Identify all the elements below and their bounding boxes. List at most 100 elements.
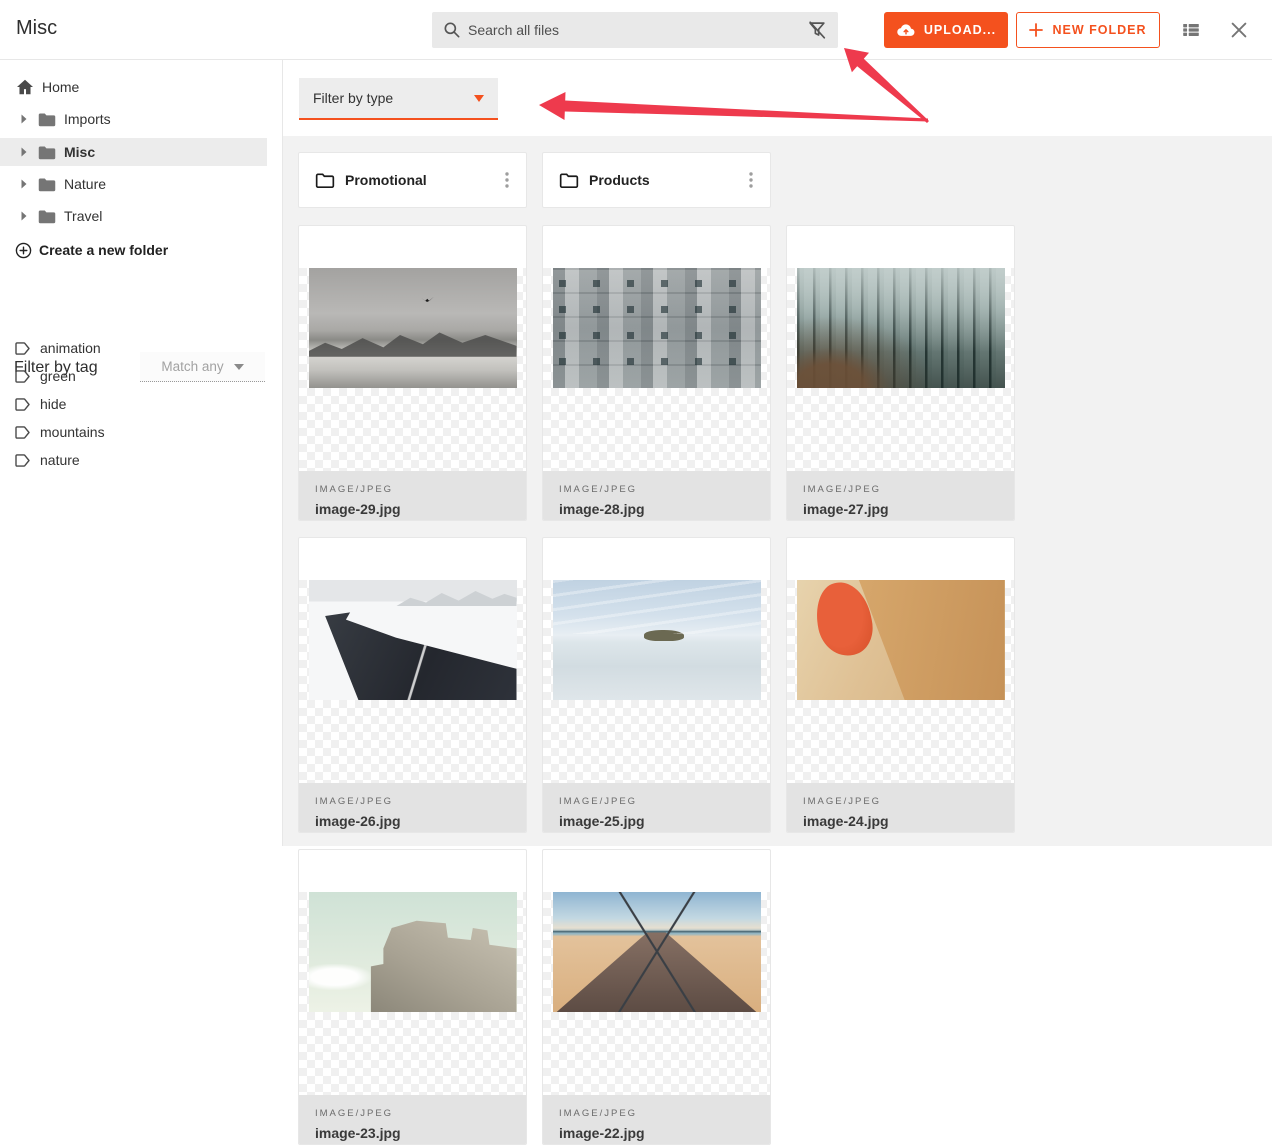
upload-button[interactable]: UPLOAD... [884, 12, 1008, 48]
sidebar-item-label: Travel [64, 208, 102, 224]
file-card-image-23[interactable]: IMAGE/JPEG image-23.jpg 6 hours ago [298, 849, 527, 1145]
folder-cards-row: Promotional Products [298, 152, 1257, 208]
file-name: image-29.jpg [315, 501, 510, 517]
file-thumbnail [309, 892, 517, 1012]
search-input[interactable] [462, 22, 806, 38]
tag-label: green [40, 368, 76, 384]
file-thumbnail [797, 268, 1005, 388]
folder-card-name: Products [589, 172, 732, 188]
file-meta: IMAGE/JPEG image-29.jpg 6 hours ago [299, 471, 526, 521]
folder-icon [38, 145, 56, 160]
file-mime-type: IMAGE/JPEG [315, 1108, 510, 1119]
file-mime-type: IMAGE/JPEG [803, 796, 998, 807]
folder-card-promotional[interactable]: Promotional [298, 152, 527, 208]
sidebar-item-misc[interactable]: Misc [0, 138, 267, 166]
match-any-select[interactable]: Match any [140, 352, 265, 382]
new-folder-button[interactable]: NEW FOLDER [1016, 12, 1160, 48]
file-thumbnail [553, 580, 761, 700]
folder-outline-icon [559, 172, 579, 189]
chevron-down-icon [474, 95, 484, 102]
sidebar-item-label: Home [42, 79, 79, 95]
file-mime-type: IMAGE/JPEG [803, 484, 998, 495]
tag-item-nature[interactable]: nature [14, 446, 80, 474]
file-name: image-23.jpg [315, 1125, 510, 1141]
sidebar-item-imports[interactable]: Imports [0, 105, 267, 133]
file-thumbnail [797, 580, 1005, 700]
tag-label: animation [40, 340, 101, 356]
tag-label: hide [40, 396, 66, 412]
file-thumbnail [553, 268, 761, 388]
folder-card-products[interactable]: Products [542, 152, 771, 208]
sidebar-item-home[interactable]: Home [16, 73, 79, 101]
file-thumbnail [309, 580, 517, 700]
file-meta: IMAGE/JPEG image-27.jpg 6 hours ago [787, 471, 1014, 521]
file-mime-type: IMAGE/JPEG [559, 484, 754, 495]
file-thumbnail [553, 892, 761, 1012]
file-meta: IMAGE/JPEG image-25.jpg 6 hours ago [543, 783, 770, 833]
filter-row: Filter by type [283, 60, 1272, 136]
filter-by-type-value: Filter by type [313, 90, 474, 106]
transparency-checkerboard [543, 268, 770, 471]
plus-icon [1029, 23, 1043, 37]
chevron-right-icon[interactable] [20, 211, 34, 221]
tag-item-mountains[interactable]: mountains [14, 418, 105, 446]
file-name: image-28.jpg [559, 501, 754, 517]
sidebar-item-nature[interactable]: Nature [0, 170, 267, 198]
transparency-checkerboard [543, 892, 770, 1095]
folder-icon [38, 177, 56, 192]
file-card-image-24[interactable]: IMAGE/JPEG image-24.jpg 6 hours ago [786, 537, 1015, 833]
sidebar-item-travel[interactable]: Travel [0, 202, 267, 230]
cloud-upload-icon [896, 22, 916, 38]
tag-label: nature [40, 452, 80, 468]
sidebar-item-label: Imports [64, 111, 111, 127]
new-folder-button-label: NEW FOLDER [1052, 23, 1146, 37]
file-card-image-22[interactable]: IMAGE/JPEG image-22.jpg 6 hours ago [542, 849, 771, 1145]
search-bar[interactable] [432, 12, 838, 48]
file-name: image-24.jpg [803, 813, 998, 829]
tag-icon [14, 454, 31, 467]
folder-card-name: Promotional [345, 172, 488, 188]
chevron-right-icon[interactable] [20, 114, 34, 124]
kebab-menu-icon[interactable] [742, 170, 760, 190]
folder-outline-icon [315, 172, 335, 189]
file-meta: IMAGE/JPEG image-26.jpg 6 hours ago [299, 783, 526, 833]
file-card-image-29[interactable]: IMAGE/JPEG image-29.jpg 6 hours ago [298, 225, 527, 521]
transparency-checkerboard [299, 892, 526, 1095]
filter-by-type-select[interactable]: Filter by type [299, 78, 498, 120]
file-mime-type: IMAGE/JPEG [315, 796, 510, 807]
tag-icon [14, 342, 31, 355]
transparency-checkerboard [299, 268, 526, 471]
upload-button-label: UPLOAD... [924, 23, 996, 37]
kebab-menu-icon[interactable] [498, 170, 516, 190]
file-mime-type: IMAGE/JPEG [559, 796, 754, 807]
file-card-image-25[interactable]: IMAGE/JPEG image-25.jpg 6 hours ago [542, 537, 771, 833]
list-view-toggle-icon[interactable] [1178, 18, 1204, 42]
file-name: image-26.jpg [315, 813, 510, 829]
transparency-checkerboard [299, 580, 526, 783]
file-name: image-22.jpg [559, 1125, 754, 1141]
clear-filters-icon[interactable] [806, 19, 828, 41]
tag-item-hide[interactable]: hide [14, 390, 66, 418]
chevron-right-icon[interactable] [20, 179, 34, 189]
close-icon[interactable] [1226, 18, 1252, 42]
file-card-image-27[interactable]: IMAGE/JPEG image-27.jpg 6 hours ago [786, 225, 1015, 521]
file-card-image-28[interactable]: IMAGE/JPEG image-28.jpg 6 hours ago [542, 225, 771, 521]
file-card-image-26[interactable]: IMAGE/JPEG image-26.jpg 6 hours ago [298, 537, 527, 833]
tag-icon [14, 426, 31, 439]
circle-plus-icon [15, 242, 32, 259]
file-grid: IMAGE/JPEG image-29.jpg 6 hours ago IMAG… [298, 225, 1257, 1145]
tag-item-animation[interactable]: animation [14, 334, 101, 362]
file-name: image-27.jpg [803, 501, 998, 517]
tag-icon [14, 398, 31, 411]
file-meta: IMAGE/JPEG image-24.jpg 6 hours ago [787, 783, 1014, 833]
create-new-folder-label: Create a new folder [39, 242, 168, 258]
create-new-folder-button[interactable]: Create a new folder [15, 236, 168, 264]
transparency-checkerboard [787, 580, 1014, 783]
sidebar: Home Imports Misc Nature Travel Create a… [0, 60, 283, 846]
file-mime-type: IMAGE/JPEG [315, 484, 510, 495]
match-any-value: Match any [161, 359, 223, 374]
file-mime-type: IMAGE/JPEG [559, 1108, 754, 1119]
tag-item-green[interactable]: green [14, 362, 76, 390]
home-icon [16, 79, 34, 95]
chevron-right-icon[interactable] [20, 147, 34, 157]
